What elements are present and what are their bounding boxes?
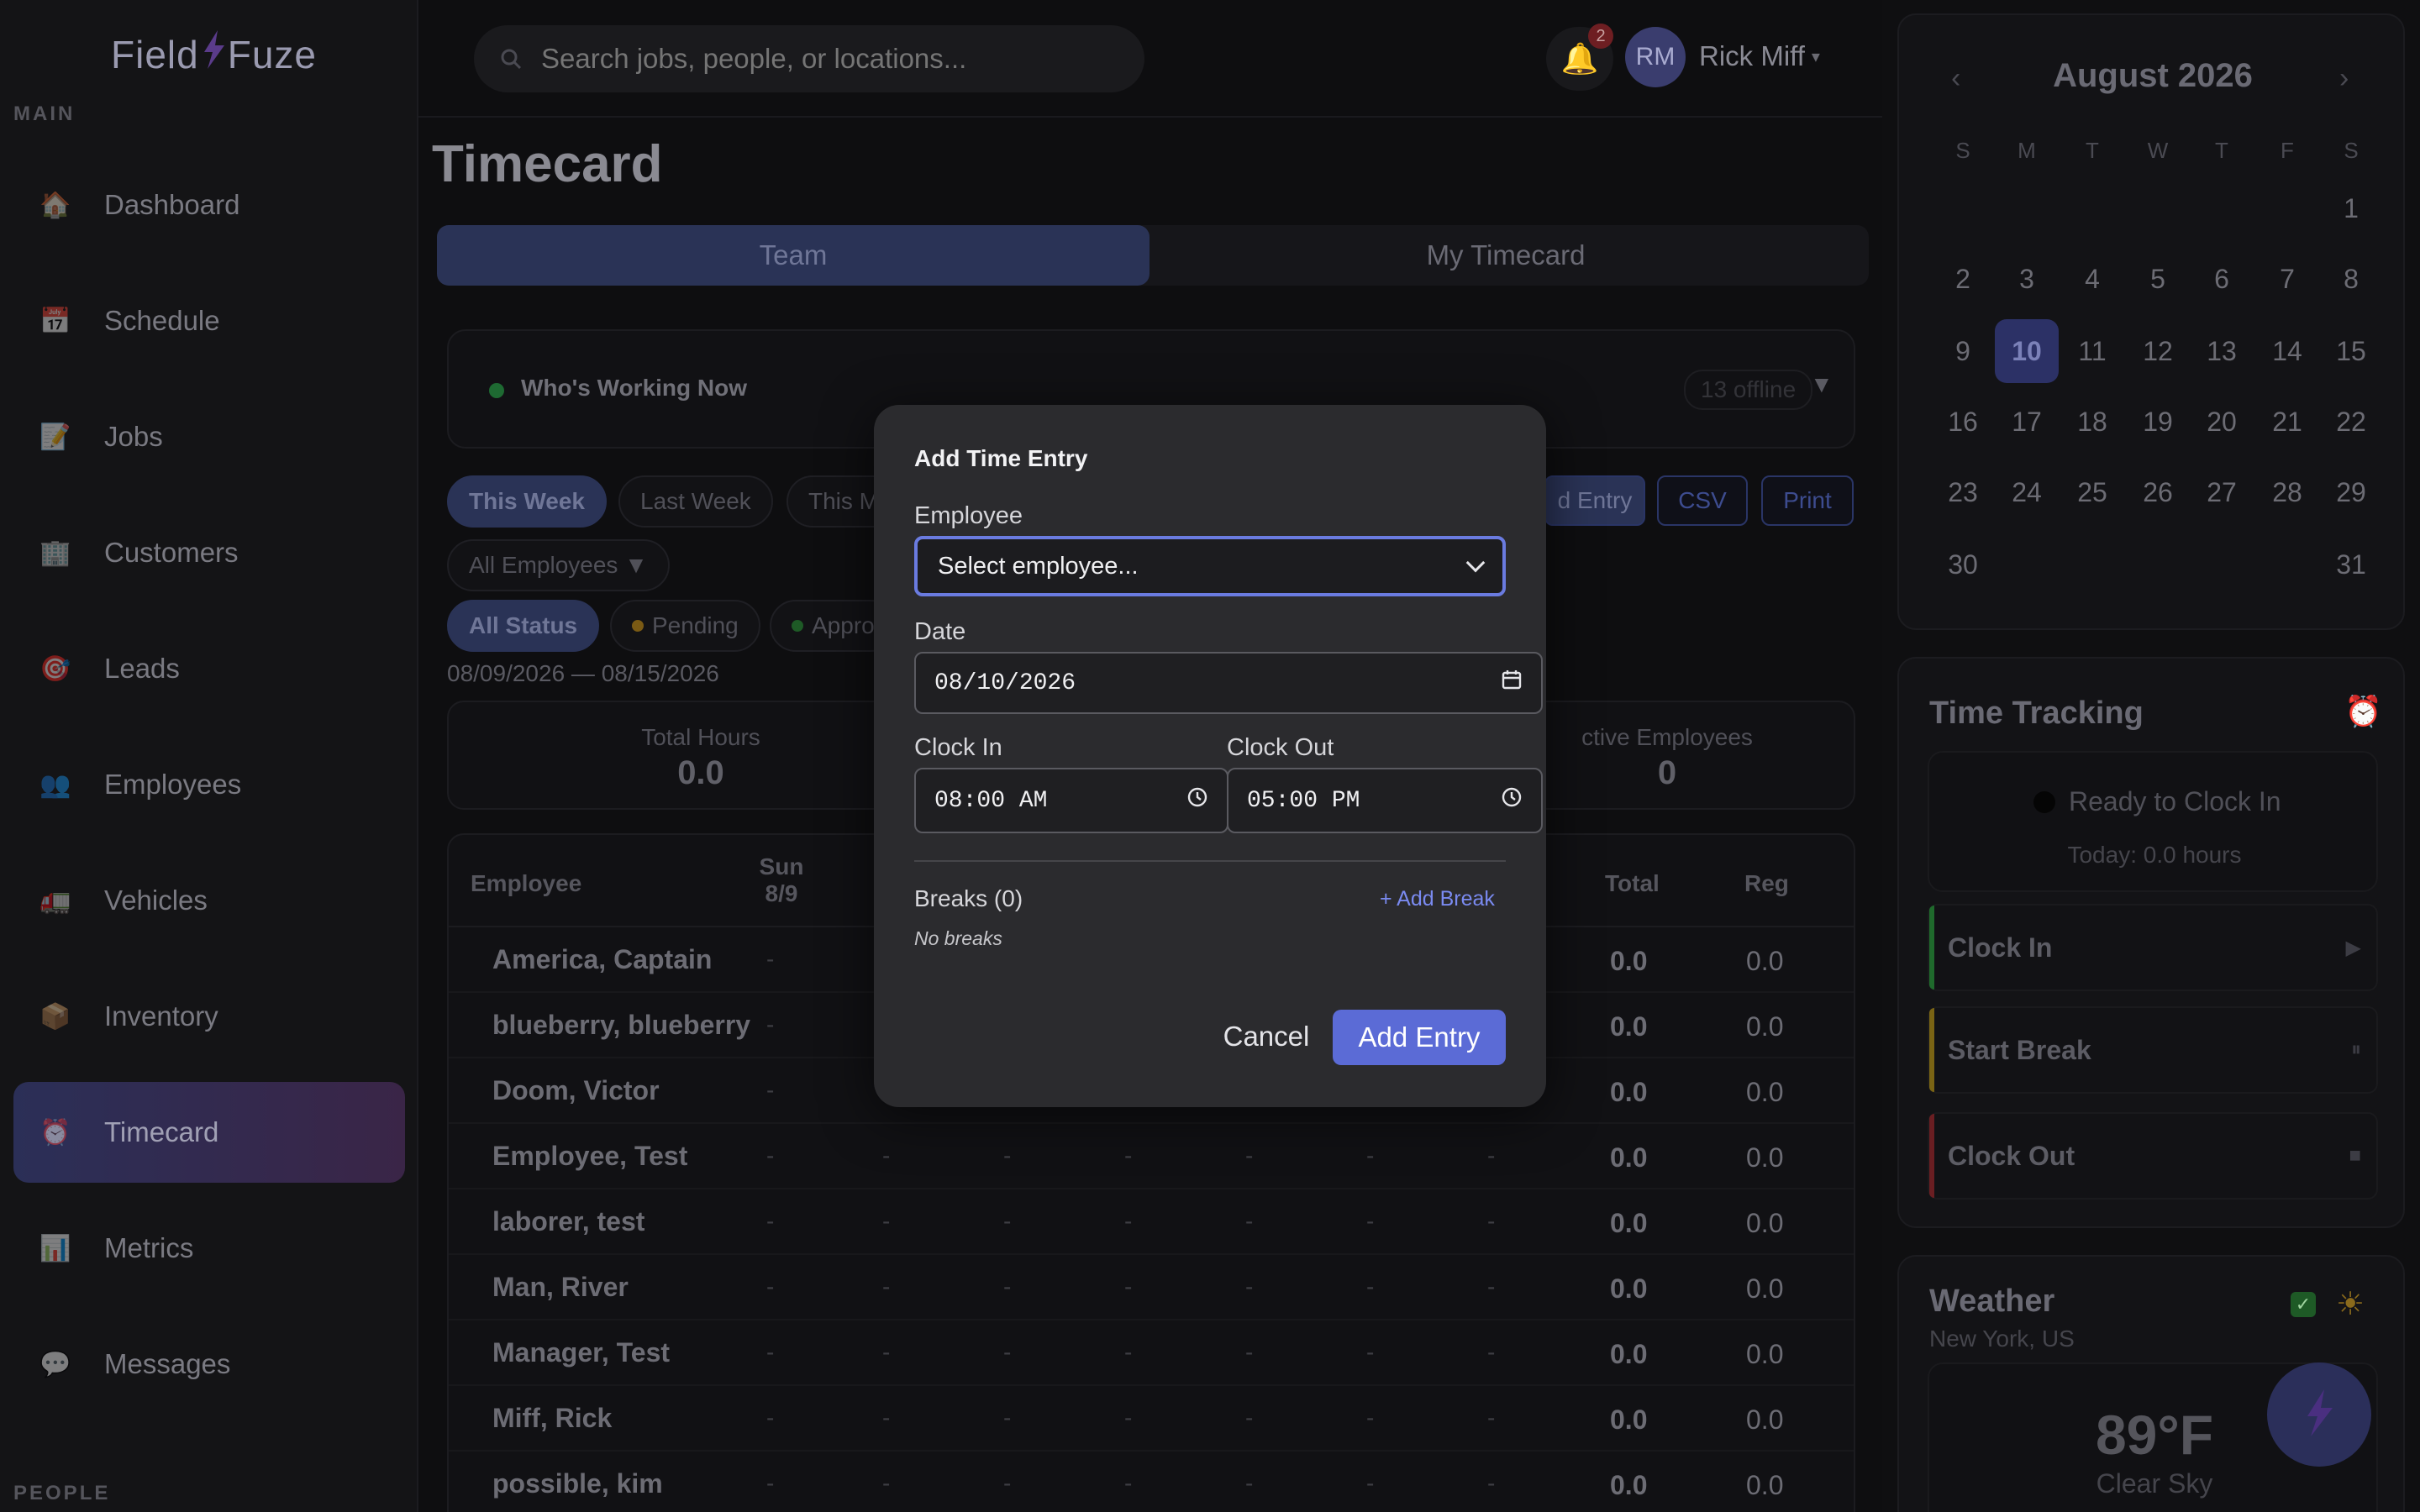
- chevron-down-icon: [1465, 553, 1486, 573]
- clock-in-input[interactable]: 08:00 AM: [914, 768, 1228, 833]
- clock-icon[interactable]: [1501, 786, 1523, 816]
- date-value: 08/10/2026: [934, 669, 1076, 696]
- date-input[interactable]: 08/10/2026: [914, 652, 1543, 714]
- clock-icon[interactable]: [1186, 786, 1208, 816]
- date-label: Date: [914, 618, 966, 645]
- employee-label: Employee: [914, 502, 1023, 529]
- employee-select-value: Select employee...: [938, 552, 1139, 580]
- clock-in-label: Clock In: [914, 734, 1002, 761]
- cancel-button[interactable]: Cancel: [1195, 1008, 1338, 1065]
- clock-out-value: 05:00 PM: [1247, 787, 1360, 814]
- calendar-icon[interactable]: [1501, 669, 1523, 698]
- app-root: Field Fuze MAIN 🏠 Dashboard 📅 Schedule 📝 Jobs…: [0, 0, 2420, 1512]
- no-breaks-text: No breaks: [914, 927, 1002, 949]
- clock-out-label: Clock Out: [1227, 734, 1334, 761]
- clock-out-input[interactable]: 05:00 PM: [1227, 768, 1543, 833]
- employee-select[interactable]: Select employee...: [914, 536, 1506, 596]
- clock-in-value: 08:00 AM: [934, 787, 1048, 814]
- add-entry-submit-button[interactable]: Add Entry: [1333, 1010, 1506, 1065]
- add-break-link[interactable]: + Add Break: [1380, 887, 1495, 911]
- modal-divider: [914, 860, 1506, 862]
- breaks-label: Breaks (0): [914, 885, 1023, 911]
- modal-title: Add Time Entry: [914, 445, 1088, 471]
- add-time-entry-modal: Add Time Entry Employee Select employee.…: [874, 405, 1546, 1107]
